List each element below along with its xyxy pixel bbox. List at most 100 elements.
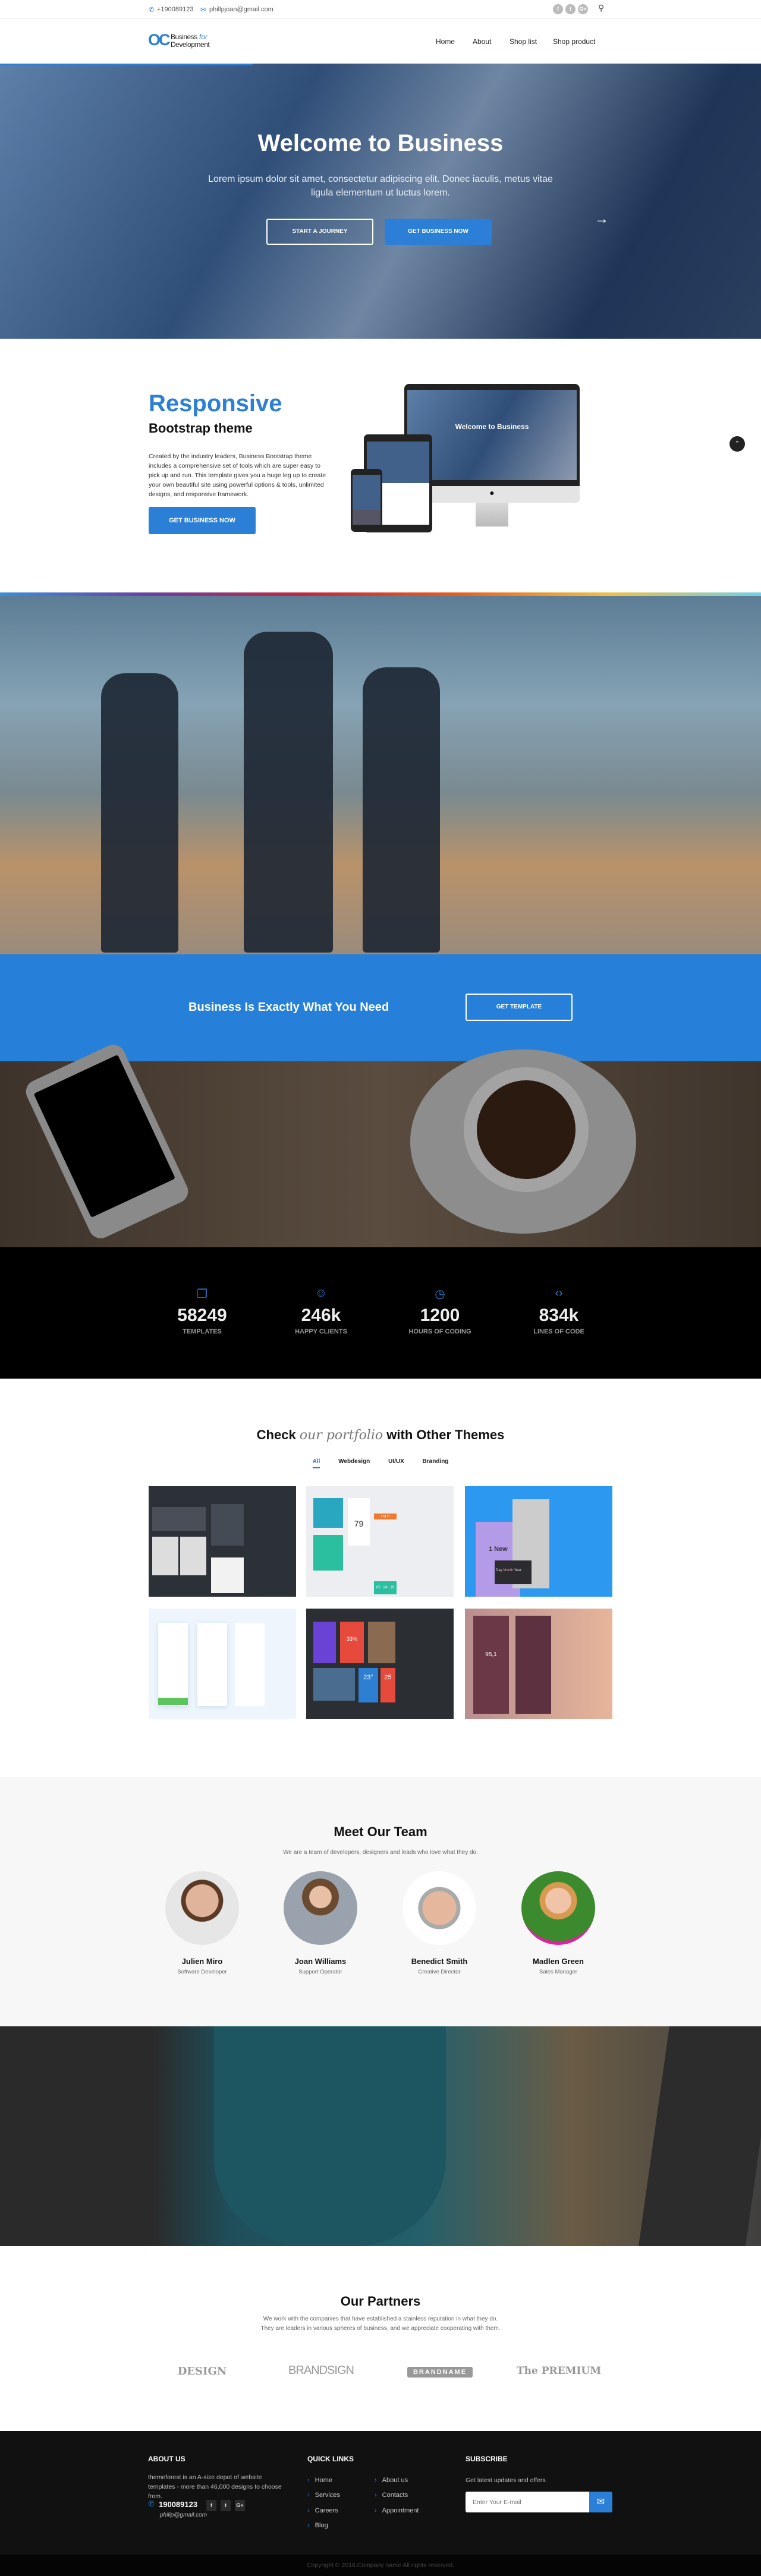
footer-about-text: themeforest is an A-size depot of websit… bbox=[148, 2474, 282, 2500]
tab-all[interactable]: All bbox=[312, 1458, 320, 1468]
cta-text: Business Is Exactly What You Need bbox=[188, 1001, 389, 1014]
start-journey-button[interactable]: START A JOURNEY bbox=[266, 219, 373, 245]
team-subtitle: We are a team of developers, designers a… bbox=[283, 1849, 478, 1856]
stats-section: ❐ 58249 TEMPLATES ☺ 246k HAPPY CLIENTS ◷… bbox=[0, 1247, 761, 1379]
copyright: Copyright © 2018.Company name All rights… bbox=[0, 2555, 761, 2576]
footer-about-title: ABOUT US bbox=[148, 2455, 185, 2463]
portfolio-item[interactable] bbox=[149, 1609, 296, 1719]
hero-slider: Welcome to Business Lorem ipsum dolor si… bbox=[0, 64, 761, 339]
envelope-icon: ✉ bbox=[596, 2497, 605, 2507]
portfolio-item[interactable]: 33% 23° 25 bbox=[306, 1609, 454, 1719]
google-plus-icon[interactable]: G+ bbox=[235, 2500, 245, 2511]
get-template-button[interactable]: GET TEMPLATE bbox=[466, 994, 573, 1021]
partner-logo-design[interactable]: DESIGN bbox=[143, 2365, 262, 2378]
team-section: Meet Our Team We are a team of developer… bbox=[0, 1777, 761, 2026]
hero-title: Welcome to Business bbox=[257, 130, 504, 156]
get-business-now-button-2[interactable]: GET BUSINESS NOW bbox=[149, 507, 256, 534]
team-member: Joan Williams Support Operator bbox=[261, 1871, 380, 1975]
tab-webdesign[interactable]: Webdesign bbox=[338, 1458, 370, 1467]
coffee-photo-banner bbox=[0, 1041, 761, 1247]
subscribe-email-input[interactable] bbox=[466, 2492, 589, 2512]
responsive-subtitle: Bootstrap theme bbox=[149, 421, 253, 436]
nav-home[interactable]: Home bbox=[436, 37, 455, 46]
team-member: Madlen Green Sales Manager bbox=[499, 1871, 618, 1975]
portfolio-title: Check our portfolio with Other Themes bbox=[256, 1427, 505, 1443]
facebook-icon[interactable]: f bbox=[553, 4, 563, 14]
slider-progress-bar bbox=[0, 64, 253, 65]
logo-for: for bbox=[199, 33, 208, 41]
logo-mark: OC bbox=[148, 31, 170, 49]
phone-mockup bbox=[351, 469, 382, 532]
footer-link-services[interactable]: Services bbox=[307, 2492, 340, 2499]
footer-email[interactable]: philip@gmail.com bbox=[160, 2511, 207, 2520]
search-icon[interactable]: ⚲ bbox=[598, 3, 604, 13]
copy-icon: ❐ bbox=[197, 1288, 207, 1301]
stat-templates: ❐ 58249 TEMPLATES bbox=[143, 1287, 262, 1335]
footer-subscribe-text: Get latest updates and offers. bbox=[466, 2477, 548, 2484]
nav-shop-list[interactable]: Shop list bbox=[510, 37, 537, 46]
logo-line2: Development bbox=[171, 40, 210, 49]
footer-subscribe-title: SUBSCRIBE bbox=[466, 2455, 508, 2463]
stat-hours-coding: ◷ 1200 HOURS OF CODING bbox=[380, 1287, 499, 1335]
portfolio-item[interactable]: 79 Log In 05 : 24 : 19 bbox=[306, 1486, 454, 1597]
partner-logo-brandsign[interactable]: BRANDSIGN bbox=[262, 2364, 380, 2378]
portfolio-item[interactable] bbox=[149, 1486, 296, 1597]
avatar bbox=[521, 1871, 595, 1945]
responsive-text: Created by the industry leaders, Busines… bbox=[149, 453, 326, 498]
portfolio-item[interactable]: 1 New Day Month Year bbox=[465, 1486, 612, 1597]
google-plus-icon[interactable]: G+ bbox=[578, 4, 588, 14]
tab-branding[interactable]: Branding bbox=[423, 1458, 449, 1467]
phone-icon: ✆ bbox=[148, 2499, 155, 2508]
scroll-top-button[interactable]: ⌃ bbox=[729, 436, 745, 452]
twitter-icon[interactable]: t bbox=[565, 4, 576, 14]
get-business-now-button[interactable]: GET BUSINESS NOW bbox=[385, 219, 492, 245]
partners-line2: They are leaders in various spheres of b… bbox=[260, 2325, 501, 2332]
footer-links-title: QUICK LINKS bbox=[307, 2455, 354, 2463]
avatar bbox=[165, 1871, 239, 1945]
logo[interactable]: OC Business for Development bbox=[148, 31, 231, 52]
footer-link-home[interactable]: Home bbox=[307, 2477, 332, 2484]
stat-happy-clients: ☺ 246k HAPPY CLIENTS bbox=[262, 1287, 380, 1335]
footer-link-careers[interactable]: Careers bbox=[307, 2507, 338, 2514]
footer: ABOUT US themeforest is an A-size depot … bbox=[0, 2431, 761, 2555]
logo-line1: Business bbox=[171, 33, 197, 41]
partner-logo-brandname[interactable]: BRANDNAME bbox=[380, 2366, 499, 2378]
responsive-title: Responsive bbox=[149, 390, 282, 417]
topbar-phone: +190089123 bbox=[157, 6, 194, 13]
twitter-icon[interactable]: t bbox=[221, 2500, 231, 2511]
footer-link-about-us[interactable]: About us bbox=[375, 2477, 408, 2484]
hero-subtitle: Lorem ipsum dolor sit amet, consectetur … bbox=[208, 174, 553, 198]
topbar-email[interactable]: phillpjoan@gmail.com bbox=[209, 6, 273, 13]
team-member: Benedict Smith Creative Director bbox=[380, 1871, 499, 1975]
footer-link-blog[interactable]: Blog bbox=[307, 2522, 328, 2529]
avatar bbox=[284, 1871, 357, 1945]
facebook-icon[interactable]: f bbox=[206, 2500, 216, 2511]
mock-title: Welcome to Business bbox=[455, 422, 529, 431]
portfolio-item[interactable]: 95,1 bbox=[465, 1609, 612, 1719]
partner-logo-premium[interactable]: The PREMIUM bbox=[499, 2365, 618, 2377]
stat-lines-code: ‹› 834k LINES OF CODE bbox=[499, 1287, 618, 1335]
top-bar: ✆ +190089123 ✉ phillpjoan@gmail.com f t … bbox=[0, 0, 761, 19]
footer-phone: 190089123 bbox=[159, 2500, 198, 2509]
phone-icon: ✆ bbox=[149, 7, 155, 14]
subscribe-button[interactable]: ✉ bbox=[589, 2492, 612, 2512]
clock-icon: ◷ bbox=[435, 1288, 445, 1301]
tab-ui-ux[interactable]: UI/UX bbox=[388, 1458, 404, 1467]
portfolio-filter-tabs: All Webdesign UI/UX Branding bbox=[0, 1458, 761, 1468]
partners-title: Our Partners bbox=[340, 2294, 421, 2309]
team-title: Meet Our Team bbox=[334, 1824, 427, 1839]
envelope-icon: ✉ bbox=[200, 7, 206, 14]
devices-mockup: Welcome to Business ● bbox=[351, 384, 606, 534]
main-header: OC Business for Development Home About S… bbox=[0, 19, 761, 64]
avatar bbox=[402, 1871, 476, 1945]
nav-shop-product[interactable]: Shop product bbox=[553, 37, 595, 46]
office-photo-banner bbox=[0, 2026, 761, 2246]
smile-icon: ☺ bbox=[315, 1287, 328, 1300]
partners-line1: We work with the companies that have est… bbox=[263, 2316, 498, 2322]
footer-link-contacts[interactable]: Contacts bbox=[375, 2492, 408, 2499]
nav-about[interactable]: About bbox=[473, 37, 491, 46]
footer-link-appointment[interactable]: Appointment bbox=[375, 2507, 419, 2514]
meeting-photo-banner bbox=[0, 596, 761, 954]
team-member: Julien Miro Software Developer bbox=[143, 1871, 262, 1975]
arrow-right-icon[interactable]: → bbox=[595, 211, 609, 228]
